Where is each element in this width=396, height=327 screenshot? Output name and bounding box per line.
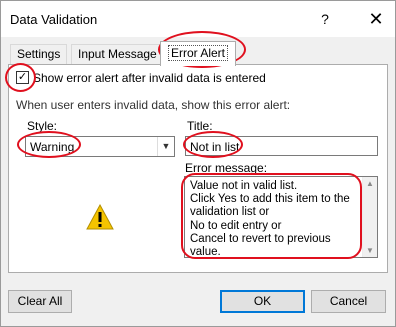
ok-button[interactable]: OK [220,290,305,313]
error-message-text: Value not in valid list. Click Yes to ad… [190,180,360,258]
help-button[interactable]: ? [315,9,335,29]
error-message-line: No to edit entry or [190,219,282,232]
section-label: When user enters invalid data, show this… [16,98,291,112]
error-message-line: validation list or [190,206,270,219]
show-alert-label[interactable]: Show error alert after invalid data is e… [33,71,266,85]
tab-error-alert-label: Error Alert [168,45,229,61]
title-input[interactable]: Not in list [185,136,378,156]
show-alert-checkbox[interactable]: ✓ [16,71,29,84]
error-message-line: Click Yes to add this item to the [190,193,350,206]
scroll-up-icon[interactable]: ▲ [366,179,374,188]
tab-error-alert[interactable]: Error Alert [160,41,237,66]
title-label: Title: [187,119,213,133]
tab-input-message[interactable]: Input Message [71,44,164,65]
title-input-value: Not in list [190,140,240,154]
style-label: Style: [27,119,58,133]
error-message-label: Error message: [185,161,268,175]
tab-settings[interactable]: Settings [10,44,68,65]
style-dropdown-value: Warning [30,140,75,154]
error-message-scrollbar[interactable]: ▲ ▼ [362,177,377,257]
error-message-line: Cancel to revert to previous [190,232,331,245]
close-button[interactable]: ✕ [366,9,386,29]
cancel-button[interactable]: Cancel [311,290,386,313]
error-message-line: Value not in valid list. [190,180,298,192]
error-message-textarea[interactable]: Value not in valid list. Click Yes to ad… [184,176,378,258]
scroll-down-icon[interactable]: ▼ [366,246,374,255]
chevron-down-icon[interactable]: ▼ [157,137,174,156]
style-dropdown[interactable]: Warning ▼ [25,136,175,157]
warning-icon [86,204,114,230]
clear-all-button[interactable]: Clear All [8,290,72,313]
window-title: Data Validation [10,12,98,27]
error-message-line: value. [190,246,221,258]
title-bar: Data Validation ? ✕ [1,1,395,37]
